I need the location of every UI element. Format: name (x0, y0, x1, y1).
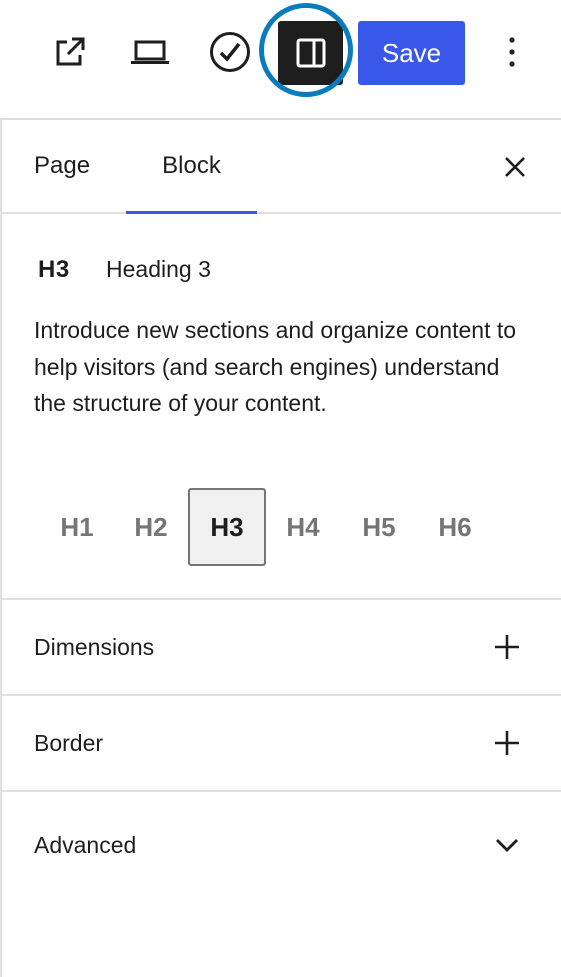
panel-dimensions[interactable]: Dimensions (2, 600, 561, 696)
save-button[interactable]: Save (358, 21, 465, 85)
block-title: Heading 3 (106, 256, 211, 282)
tab-block[interactable]: Block (126, 120, 257, 212)
close-icon[interactable] (498, 150, 532, 184)
panel-border-label: Border (34, 729, 104, 756)
check-circle-icon[interactable] (206, 28, 254, 76)
vertical-ellipsis-icon[interactable] (494, 30, 530, 74)
heading-level-h2[interactable]: H2 (112, 488, 190, 566)
heading-level-h5[interactable]: H5 (340, 488, 418, 566)
external-link-icon[interactable] (48, 30, 92, 74)
panel-advanced[interactable]: Advanced (2, 792, 561, 902)
settings-sidebar: Page Block H3 Heading 3 Introduce new se… (0, 118, 561, 977)
laptop-icon[interactable] (126, 30, 174, 74)
heading-level-h6[interactable]: H6 (416, 488, 494, 566)
panel-advanced-label: Advanced (34, 831, 137, 858)
heading-level-h3[interactable]: H3 (188, 488, 266, 566)
panel-dimensions-label: Dimensions (34, 633, 155, 660)
block-description: Introduce new sections and organize cont… (34, 317, 517, 416)
panel-border[interactable]: Border (2, 696, 561, 792)
plus-icon[interactable] (490, 630, 524, 664)
sidebar-toggle-icon[interactable] (278, 21, 343, 85)
heading-block-icon: H3 (38, 256, 70, 283)
chevron-down-icon[interactable] (490, 828, 524, 862)
sidebar-tabs: Page Block (2, 120, 561, 214)
editor-toolbar: Save (0, 0, 561, 118)
block-card: H3 Heading 3 Introduce new sections and … (2, 214, 561, 600)
plus-icon[interactable] (490, 726, 524, 760)
tab-page[interactable]: Page (34, 120, 90, 212)
heading-level-h4[interactable]: H4 (264, 488, 342, 566)
heading-level-h1[interactable]: H1 (38, 488, 116, 566)
